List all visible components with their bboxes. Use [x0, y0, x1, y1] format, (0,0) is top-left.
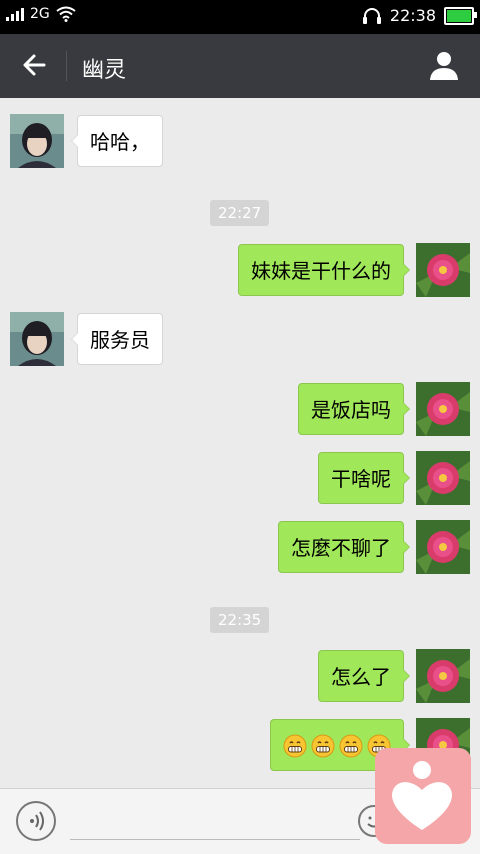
heart-icon [392, 761, 452, 830]
status-bar: 2G 22:38 [0, 0, 480, 34]
user-avatar[interactable] [416, 649, 470, 703]
battery-icon [444, 6, 477, 25]
message-bubble-outgoing[interactable]: 怎么了 [318, 650, 410, 702]
chat-title: 幽灵 [82, 58, 127, 83]
timestamp: 22:27 [210, 200, 270, 226]
status-left: 2G [6, 6, 76, 22]
voice-input-button[interactable] [16, 801, 56, 841]
user-avatar[interactable] [416, 451, 470, 505]
user-avatar[interactable] [416, 382, 470, 436]
user-avatar[interactable] [416, 520, 470, 574]
chat-header: 幽灵 [0, 34, 480, 98]
message-bubble-incoming[interactable]: 服务员 [71, 313, 163, 365]
contact-avatar[interactable] [10, 114, 64, 168]
network-type: 2G [30, 6, 50, 22]
signal-icon [6, 7, 24, 21]
message-bubble-outgoing[interactable]: 妹妹是干什么的 [238, 244, 410, 296]
message-bubble-outgoing[interactable]: 是饭店吗 [298, 383, 410, 435]
user-avatar[interactable] [416, 243, 470, 297]
headset-icon [362, 7, 381, 24]
message-bubble-outgoing[interactable]: 干啥呢 [318, 452, 410, 504]
voice-icon [30, 811, 44, 831]
grin-emoji-icon [283, 734, 307, 758]
grin-emoji-icon [339, 734, 363, 758]
timestamp: 22:35 [210, 607, 270, 633]
message-bubble-incoming[interactable]: 哈哈， [71, 115, 163, 167]
grin-emoji-icon [311, 734, 335, 758]
back-arrow-icon[interactable] [18, 48, 52, 82]
message-input[interactable] [70, 839, 360, 840]
contact-avatar[interactable] [10, 312, 64, 366]
header-divider [66, 51, 67, 81]
message-list[interactable]: 哈哈， 22:27 妹妹是干什么的 服务员 是饭店吗 干啥呢 怎麼不聊了 22:… [0, 98, 480, 788]
floating-widget[interactable] [375, 748, 471, 844]
message-bubble-outgoing[interactable]: 怎麼不聊了 [278, 521, 410, 573]
clock: 22:38 [389, 6, 436, 25]
wifi-icon [56, 6, 76, 22]
profile-icon[interactable] [428, 49, 460, 81]
status-right: 22:38 [362, 6, 477, 25]
